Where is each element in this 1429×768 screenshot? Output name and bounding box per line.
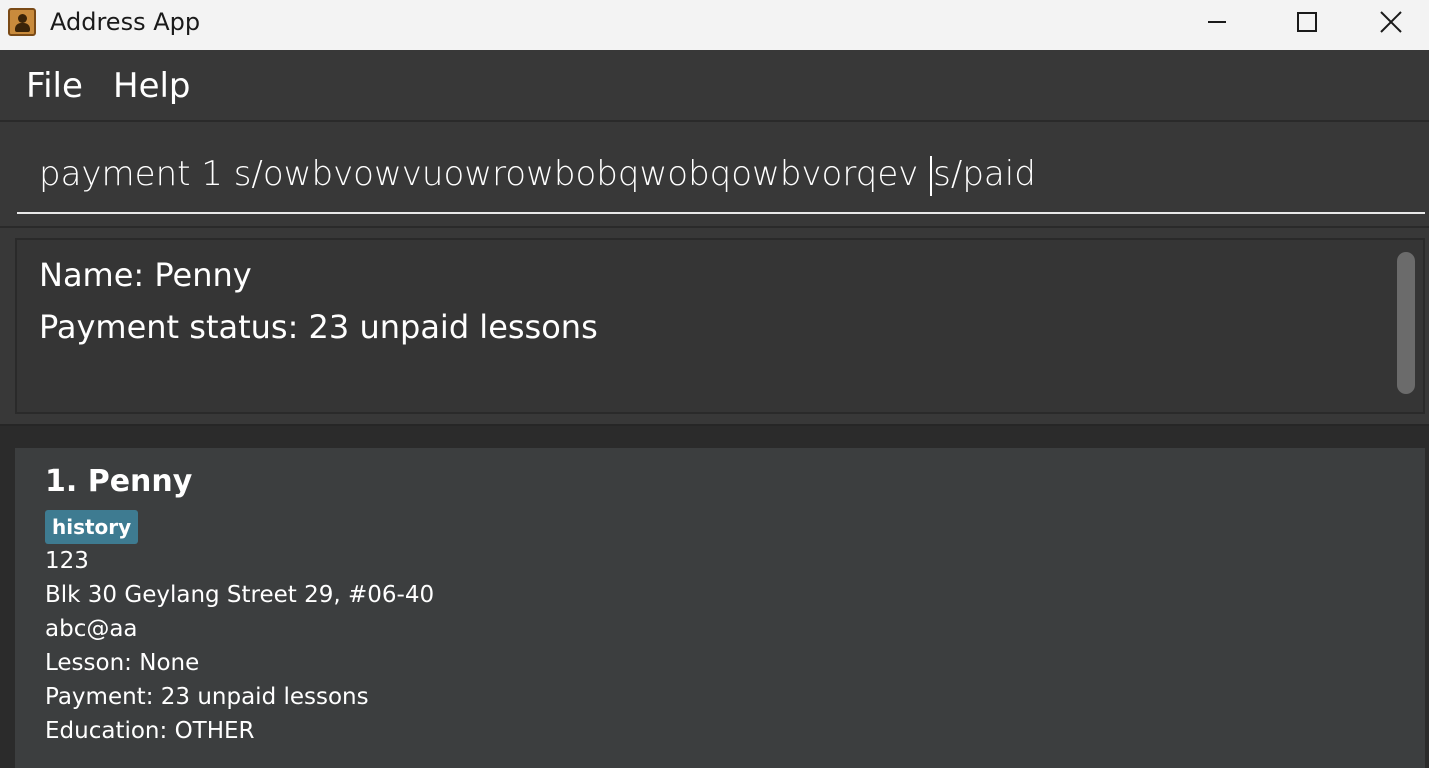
close-icon [1379,11,1402,33]
person-email: abc@aa [45,616,138,642]
command-pane: payment 1 s/owbvowvuowrowbobqwobqowbvorq… [0,120,1429,226]
person-payment: Payment: 23 unpaid lessons [45,684,369,710]
person-name: 1. Penny [45,464,193,499]
command-text-after-caret: s/paid [933,154,1036,194]
result-display: Name: Penny Payment status: 23 unpaid le… [15,238,1425,414]
command-input[interactable]: payment 1 s/owbvowvuowrowbobqwobqowbvorq… [17,144,1425,214]
address-book-icon [8,8,36,36]
maximize-icon [1297,12,1317,32]
person-list: 1. Penny history 123 Blk 30 Geylang Stre… [0,424,1429,768]
minimize-button[interactable] [1172,0,1262,44]
text-caret [930,155,933,196]
menu-help[interactable]: Help [113,66,191,106]
person-lesson: Lesson: None [45,650,200,676]
person-address: Blk 30 Geylang Street 29, #06-40 [45,582,435,608]
result-pane: Name: Penny Payment status: 23 unpaid le… [0,226,1429,424]
maximize-button[interactable] [1262,0,1352,44]
minimize-icon [1208,21,1226,23]
window-title: Address App [50,8,201,36]
person-card[interactable]: 1. Penny history 123 Blk 30 Geylang Stre… [15,448,1425,768]
title-bar: Address App [0,0,1429,50]
result-line-payment-status: Payment status: 23 unpaid lessons [39,308,598,346]
person-education: Education: OTHER [45,718,255,744]
result-line-name: Name: Penny [39,256,252,294]
tag-badge: history [45,510,139,544]
command-text-before-caret: payment 1 s/owbvowvuowrowbobqwobqowbvorq… [39,154,930,194]
person-phone: 123 [45,548,89,574]
result-scrollbar[interactable] [1397,252,1415,394]
menu-bar: File Help [0,50,1429,120]
close-button[interactable] [1352,0,1429,44]
menu-file[interactable]: File [26,66,83,106]
